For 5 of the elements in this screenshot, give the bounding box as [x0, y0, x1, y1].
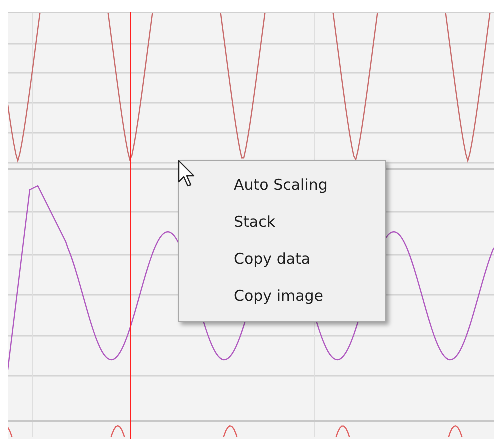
cursor-line[interactable]: [130, 12, 131, 439]
menu-item[interactable]: Auto Scaling: [179, 167, 385, 204]
menu-item[interactable]: Copy image: [179, 278, 385, 315]
menu-item[interactable]: Stack: [179, 204, 385, 241]
menu-item[interactable]: Copy data: [179, 241, 385, 278]
